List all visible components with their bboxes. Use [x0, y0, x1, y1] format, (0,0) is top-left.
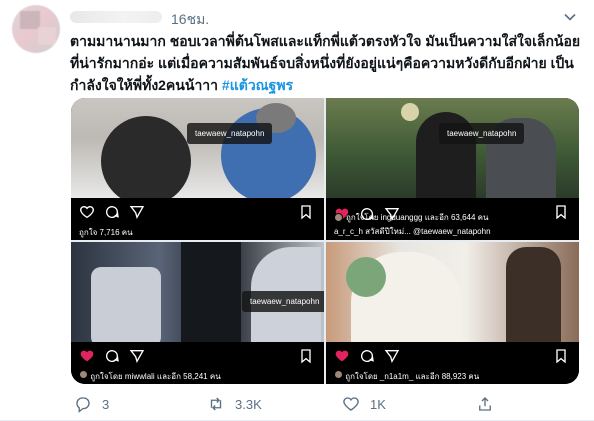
photo-2[interactable]: taewaew_natapohn ถูกใจโดย ingduanggg และ…	[326, 98, 579, 240]
timestamp[interactable]: 16ชม.	[171, 9, 209, 31]
like-icon	[343, 397, 359, 411]
tweet-text: ตามมานานมาก ชอบเวลาพี่ต้นโพสและแท็กพี่แต…	[70, 30, 585, 96]
instagram-bar: ถูกใจ 7,716 คน	[71, 198, 324, 240]
bookmark-icon	[301, 349, 311, 364]
tweet-header: 16ชม.	[70, 8, 580, 28]
likes-count: ถูกใจโดย miwwlali และอีก 58,241 คน	[79, 370, 221, 383]
share-icon	[479, 397, 491, 411]
tweet-text-line: ที่น่ารักมากอ่ะ แต่เมื่อความสัมพันธ์จบสิ…	[70, 55, 574, 71]
reply-icon	[76, 397, 90, 413]
tweet-text-line: กำลังใจให้พี่ทั้ง2คนน้าาา #แต้วณฐพร	[70, 77, 294, 93]
tweet-text-line: ตามมานานมาก ชอบเวลาพี่ต้นโพสและแท็กพี่แต…	[70, 33, 581, 49]
photo-image	[326, 98, 579, 203]
instagram-tag: taewaew_natapohn	[242, 291, 324, 312]
comment-text: a_r_c_h สวัสดีปีใหม่... @taewaew_natapoh…	[334, 227, 491, 236]
photo-grid: taewaew_natapohn ถูกใจ 7,716 คน taewaew_…	[71, 98, 579, 384]
reply-count: 3	[102, 396, 110, 412]
tweet-actions: 3 3.3K 1K	[70, 395, 580, 415]
likes-count: ถูกใจ 7,716 คน	[79, 228, 133, 237]
avatar	[334, 370, 343, 379]
photo-3[interactable]: taewaew_natapohn ถูกใจโดย miwwlali และอี…	[71, 242, 324, 384]
like-count: 1K	[370, 396, 386, 412]
photo-image	[326, 242, 579, 347]
bookmark-icon	[556, 205, 566, 220]
caret-down-icon[interactable]	[560, 7, 580, 27]
avatar	[79, 370, 88, 379]
send-icon	[384, 350, 400, 364]
reply-button[interactable]: 3	[74, 395, 109, 413]
bookmark-icon	[556, 349, 566, 364]
instagram-bar: ถูกใจโดย miwwlali และอีก 58,241 คน	[71, 342, 324, 384]
comment-icon	[361, 350, 374, 362]
send-icon	[129, 350, 145, 364]
photo-1[interactable]: taewaew_natapohn ถูกใจ 7,716 คน	[71, 98, 324, 240]
heart-icon	[335, 350, 349, 362]
bookmark-icon	[301, 205, 311, 220]
hashtag-link[interactable]: #แต้วณฐพร	[222, 77, 293, 93]
instagram-tag: taewaew_natapohn	[439, 123, 525, 144]
photo-image	[71, 98, 324, 206]
avatar	[334, 213, 343, 222]
likes-row: ถูกใจโดย ingduanggg และอีก 63,644 คน	[334, 211, 488, 224]
comment-icon	[106, 206, 119, 218]
username-redacted[interactable]	[70, 11, 162, 23]
tweet[interactable]: 16ชม. ตามมานานมาก ชอบเวลาพี่ต้นโพสและแท็…	[0, 0, 594, 421]
instagram-bar: ถูกใจโดย _n1a1m_ และอีก 88,923 คน	[326, 342, 579, 384]
avatar[interactable]	[12, 5, 60, 53]
likes-count: ถูกใจโดย ingduanggg และอีก 63,644 คน	[346, 213, 489, 222]
retweet-count: 3.3K	[235, 396, 262, 412]
retweet-button[interactable]: 3.3K	[207, 395, 262, 413]
like-button[interactable]: 1K	[342, 395, 386, 413]
comment-icon	[106, 350, 119, 362]
likes-count: ถูกใจโดย _n1a1m_ และอีก 88,923 คน	[334, 370, 479, 383]
heart-icon	[80, 205, 94, 219]
retweet-icon	[210, 397, 222, 411]
photo-4[interactable]: ถูกใจโดย _n1a1m_ และอีก 88,923 คน	[326, 242, 579, 384]
send-icon	[129, 206, 145, 220]
share-button[interactable]	[476, 395, 494, 413]
instagram-tag: taewaew_natapohn	[187, 123, 273, 144]
heart-icon	[80, 350, 94, 362]
